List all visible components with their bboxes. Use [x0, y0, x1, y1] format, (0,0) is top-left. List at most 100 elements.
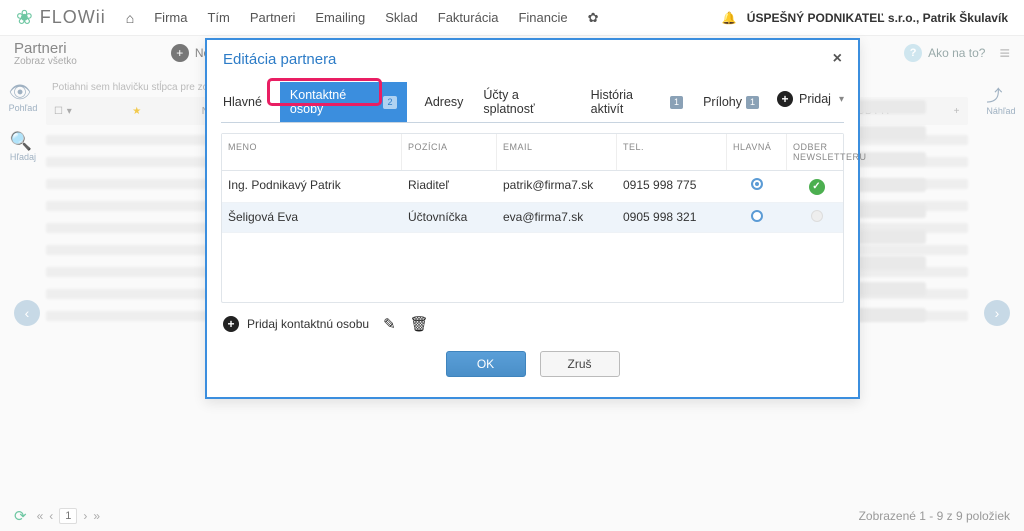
table-row[interactable]: Šeligová Eva Účtovníčka eva@firma7.sk 09… [222, 203, 843, 233]
plus-icon: + [777, 91, 793, 107]
pager-current[interactable]: 1 [59, 508, 77, 524]
cell-main[interactable] [727, 203, 787, 232]
pager-first[interactable]: « [37, 509, 44, 523]
breadcrumb-subtitle[interactable]: Zobraz všetko [14, 57, 77, 67]
newsletter-off-icon [811, 210, 823, 222]
col-tel[interactable]: TEL. [617, 134, 727, 170]
brand-text: FLOWii [40, 7, 106, 28]
tab-kontaktne-osoby[interactable]: Kontaktné osoby 2 [280, 82, 407, 122]
check-icon: ✓ [809, 179, 825, 195]
pager: « ‹ 1 › » [37, 508, 101, 524]
refresh-icon[interactable]: ⟳ [14, 507, 27, 525]
tab-history-label: História aktivít [591, 88, 666, 116]
chevron-down-icon: ▾ [839, 94, 844, 105]
tab-history-badge: 1 [670, 96, 683, 109]
cell-phone: 0915 998 775 [617, 171, 727, 202]
pager-next[interactable]: › [83, 509, 87, 523]
question-icon: ? [904, 44, 922, 62]
col-email[interactable]: EMAIL [497, 134, 617, 170]
nav-financie[interactable]: Financie [518, 10, 567, 26]
modal-tabs: Hlavné Kontaktné osoby 2 Adresy Účty a s… [221, 74, 844, 123]
modal-title: Editácia partnera [223, 51, 336, 68]
user-area: 🔔 ÚSPEŠNÝ PODNIKATEĽ s.r.o., Patrik Škul… [722, 11, 1008, 25]
col-star[interactable]: ★ [132, 106, 141, 117]
modal-footer: OK Zruš [221, 333, 844, 383]
brand-leaf-icon: ❀ [16, 5, 34, 30]
nav-partneri[interactable]: Partneri [250, 10, 296, 26]
cell-name: Ing. Podnikavý Patrik [222, 171, 402, 202]
contacts-table: MENO POZÍCIA EMAIL TEL. HLAVNÁ ODBER NEW… [221, 133, 844, 303]
cell-newsletter[interactable] [787, 203, 847, 232]
left-rail: 👁 Pohľad 🔍 Hľadaj [0, 70, 46, 501]
side-ghost [856, 100, 926, 322]
nav-fakturacia[interactable]: Fakturácia [438, 10, 499, 26]
user-label[interactable]: ÚSPEŠNÝ PODNIKATEĽ s.r.o., Patrik Škulav… [747, 11, 1008, 25]
add-dropdown[interactable]: + Pridaj ▾ [777, 91, 844, 113]
tab-hlavne[interactable]: Hlavné [221, 89, 264, 115]
nav-sklad[interactable]: Sklad [385, 10, 418, 26]
tab-ucty[interactable]: Účty a splatnosť [481, 82, 572, 122]
col-checkbox[interactable]: ☐ ▾ [54, 106, 72, 117]
cell-email: patrik@firma7.sk [497, 171, 617, 202]
pager-last[interactable]: » [93, 509, 100, 523]
col-newsletter[interactable]: ODBER NEWSLETTERU [787, 134, 847, 170]
nav-emailing[interactable]: Emailing [315, 10, 365, 26]
pager-prev[interactable]: ‹ [49, 509, 53, 523]
rail-hladaj[interactable]: 🔍 Hľadaj [10, 131, 36, 162]
close-icon[interactable]: × [833, 50, 842, 68]
cell-main[interactable] [727, 171, 787, 202]
tab-attachments-badge: 1 [746, 96, 759, 109]
radio-off-icon [751, 210, 763, 222]
table-row[interactable]: Ing. Podnikavý Patrik Riaditeľ patrik@fi… [222, 171, 843, 203]
nav-tim[interactable]: Tím [207, 10, 229, 26]
breadcrumb-title: Partneri [14, 40, 67, 57]
edit-icon[interactable]: ✎ [383, 315, 396, 333]
top-nav: ❀ FLOWii ⌂ Firma Tím Partneri Emailing S… [0, 0, 1024, 36]
eye-icon: 👁 [9, 82, 38, 103]
cancel-button[interactable]: Zruš [540, 351, 620, 377]
edit-partner-modal: Editácia partnera × Hlavné Kontaktné oso… [205, 38, 860, 399]
tab-attachments-label: Prílohy [703, 95, 742, 109]
col-hlavna[interactable]: HLAVNÁ [727, 134, 787, 170]
cell-phone: 0905 998 321 [617, 203, 727, 232]
col-add[interactable]: + [954, 106, 960, 117]
brand-logo: ❀ FLOWii [16, 5, 106, 30]
popout-icon: ⤴ [986, 82, 1015, 106]
cell-name: Šeligová Eva [222, 203, 402, 232]
tab-contacts-badge: 2 [383, 96, 396, 109]
search-icon: 🔍 [10, 131, 36, 152]
cell-position: Účtovníčka [402, 203, 497, 232]
delete-icon[interactable]: 🗑 [410, 315, 429, 333]
nav-firma[interactable]: Firma [154, 10, 187, 26]
contacts-header: MENO POZÍCIA EMAIL TEL. HLAVNÁ ODBER NEW… [222, 134, 843, 171]
rail-nahlad[interactable]: ⤴ Náhľad [986, 82, 1015, 116]
howto-label: Ako na to? [928, 46, 985, 60]
cell-newsletter[interactable]: ✓ [787, 171, 847, 202]
radio-on-icon [751, 178, 763, 190]
bell-icon[interactable]: 🔔 [722, 11, 737, 25]
plus-icon: + [171, 44, 189, 62]
ok-button[interactable]: OK [446, 351, 526, 377]
right-rail: ⤴ Náhľad [978, 70, 1024, 501]
add-contact-label: Pridaj kontaktnú osobu [247, 317, 369, 331]
page-prev-arrow[interactable]: ‹ [14, 300, 40, 326]
tab-adresy[interactable]: Adresy [423, 89, 466, 115]
menu-icon[interactable]: ≡ [999, 43, 1010, 64]
page-next-arrow[interactable]: › [984, 300, 1010, 326]
help-howto[interactable]: ? Ako na to? [904, 44, 985, 62]
nav-settings-icon[interactable]: ✿ [588, 10, 599, 26]
tab-prilohy[interactable]: Prílohy 1 [701, 89, 761, 115]
cell-email: eva@firma7.sk [497, 203, 617, 232]
rail-pohlad[interactable]: 👁 Pohľad [9, 82, 38, 113]
cell-position: Riaditeľ [402, 171, 497, 202]
tab-contacts-label: Kontaktné osoby [290, 88, 380, 116]
nav-home[interactable]: ⌂ [126, 10, 134, 26]
tab-historia[interactable]: História aktivít 1 [589, 82, 685, 122]
add-label: Pridaj [799, 92, 831, 106]
add-contact-button[interactable]: + Pridaj kontaktnú osobu [223, 316, 369, 332]
modal-actions: + Pridaj kontaktnú osobu ✎ 🗑 [221, 303, 844, 333]
footer: ⟳ « ‹ 1 › » Zobrazené 1 - 9 z 9 položiek [0, 501, 1024, 531]
row-count: Zobrazené 1 - 9 z 9 položiek [859, 509, 1010, 523]
col-pozicia[interactable]: POZÍCIA [402, 134, 497, 170]
col-meno[interactable]: MENO [222, 134, 402, 170]
